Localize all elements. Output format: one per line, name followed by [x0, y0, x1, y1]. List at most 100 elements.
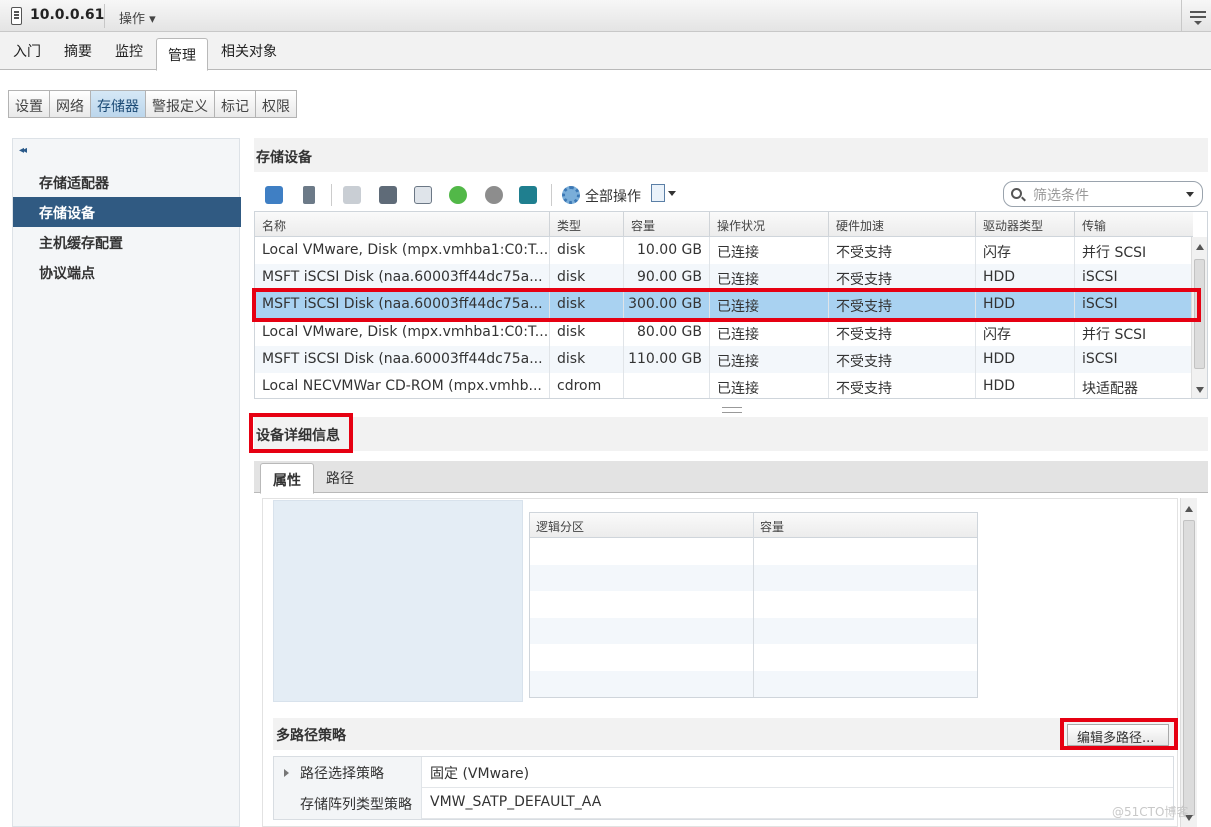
subtab-alarm-definitions[interactable]: 警报定义: [145, 90, 215, 118]
device-name: Local VMware, Disk (mpx.vmhba1:C0:T...: [255, 319, 550, 346]
details-tabs: 属性 路径: [254, 461, 1208, 494]
nav-item-storage-adapters[interactable]: 存储适配器: [13, 167, 241, 197]
rescan-icon[interactable]: [379, 186, 397, 204]
scroll-down-icon[interactable]: [1196, 387, 1204, 393]
gear-icon[interactable]: [562, 186, 580, 204]
column-header[interactable]: 容量: [624, 212, 710, 236]
device-capacity: 10.00 GB: [624, 237, 710, 264]
export-icon[interactable]: [651, 184, 676, 202]
scroll-up-icon[interactable]: [1185, 506, 1193, 512]
table-header: 名称 类型 容量 操作状况 硬件加速 驱动器类型 传输: [255, 212, 1193, 237]
device-hw-accel: 不受支持: [829, 319, 976, 346]
multipath-header: [273, 718, 1174, 750]
device-drive-type: HDD: [976, 373, 1075, 398]
divider: [551, 184, 552, 206]
tab-paths[interactable]: 路径: [326, 468, 354, 488]
collapse-icon[interactable]: ◂◂: [19, 145, 27, 156]
properties-summary: [273, 500, 523, 702]
storage-devices-title: 存储设备: [254, 138, 1208, 172]
details-scrollbar[interactable]: [1180, 498, 1197, 827]
scroll-up-icon[interactable]: [1196, 244, 1204, 250]
detach-icon[interactable]: [343, 186, 361, 204]
column-header[interactable]: 逻辑分区: [530, 513, 584, 538]
path-selection-value: 固定 (VMware): [430, 766, 530, 782]
all-actions-menu[interactable]: 全部操作: [585, 186, 641, 206]
device-drive-type: 闪存: [976, 237, 1075, 264]
device-drive-type: HDD: [976, 264, 1075, 291]
device-type: disk: [550, 319, 624, 346]
multipath-table: 路径选择策略 固定 (VMware) 存储阵列类型策略 VMW_SATP_DEF…: [273, 756, 1174, 820]
device-name: MSFT iSCSI Disk (naa.60003ff44dc75a...: [255, 346, 550, 373]
device-hw-accel: 不受支持: [829, 373, 976, 398]
column-header[interactable]: 硬件加速: [829, 212, 976, 236]
attach-icon[interactable]: [303, 186, 315, 204]
list-item[interactable]: 路径选择策略 固定 (VMware): [274, 757, 1173, 788]
multipath-title: 多路径策略: [276, 728, 346, 744]
details-header: [254, 417, 1208, 451]
tab-properties[interactable]: 属性: [260, 463, 314, 494]
filter-input[interactable]: 筛选条件: [1003, 181, 1203, 207]
table-row[interactable]: Local VMware, Disk (mpx.vmhba1:C0:T... d…: [255, 319, 1193, 346]
device-hw-accel: 不受支持: [829, 346, 976, 373]
splitter-handle[interactable]: [722, 407, 742, 413]
divider: [331, 184, 332, 206]
logical-partitions-table: 逻辑分区 容量: [529, 512, 978, 698]
column-header[interactable]: 传输: [1075, 212, 1193, 236]
table-row[interactable]: Local NECVMWar CD-ROM (mpx.vmhb... cdrom…: [255, 373, 1193, 398]
device-status: 已连接: [710, 237, 829, 264]
menu-icon[interactable]: [1181, 0, 1211, 32]
scroll-thumb[interactable]: [1183, 520, 1195, 816]
column-header[interactable]: 类型: [550, 212, 624, 236]
column-header[interactable]: 容量: [754, 513, 784, 538]
top-bar: 10.0.0.61 操作 ▾: [0, 0, 1211, 32]
search-icon: [1011, 188, 1022, 199]
device-drive-type: HDD: [976, 346, 1075, 373]
column-header[interactable]: 驱动器类型: [976, 212, 1075, 236]
subtab-settings[interactable]: 设置: [8, 90, 50, 118]
expand-icon[interactable]: [284, 769, 289, 777]
tab-getting-started[interactable]: 入门: [13, 41, 41, 61]
subtab-storage[interactable]: 存储器: [90, 90, 146, 118]
chevron-down-icon[interactable]: [1186, 192, 1194, 197]
tab-summary[interactable]: 摘要: [64, 41, 92, 61]
device-type: disk: [550, 264, 624, 291]
device-status: 已连接: [710, 264, 829, 291]
device-transport: 块适配器: [1082, 381, 1138, 397]
tab-manage[interactable]: 管理: [156, 38, 208, 71]
table-row[interactable]: Local VMware, Disk (mpx.vmhba1:C0:T... d…: [255, 237, 1193, 264]
device-status: 已连接: [710, 319, 829, 346]
device-hw-accel: 不受支持: [829, 237, 976, 264]
device-status: 已连接: [710, 346, 829, 373]
highlight-box: [249, 413, 353, 453]
device-transport: iSCSI: [1082, 351, 1118, 367]
device-drive-type: 闪存: [976, 319, 1075, 346]
list-item: 存储阵列类型策略 VMW_SATP_DEFAULT_AA: [274, 788, 1173, 819]
divider: [753, 513, 754, 697]
nav-item-host-cache[interactable]: 主机缓存配置: [13, 227, 241, 257]
column-header[interactable]: 操作状况: [710, 212, 829, 236]
nav-item-protocol-endpoints[interactable]: 协议端点: [13, 257, 241, 287]
flash-icon[interactable]: [519, 186, 537, 204]
divider: [104, 4, 105, 28]
subtab-permissions[interactable]: 权限: [255, 90, 297, 118]
table-row[interactable]: MSFT iSCSI Disk (naa.60003ff44dc75a... d…: [255, 346, 1193, 373]
path-selection-label: 路径选择策略: [274, 757, 422, 788]
subtab-networking[interactable]: 网络: [49, 90, 91, 118]
device-capacity: 90.00 GB: [624, 264, 710, 291]
subtab-tags[interactable]: 标记: [214, 90, 256, 118]
led-on-icon[interactable]: [449, 186, 467, 204]
actions-menu[interactable]: 操作 ▾: [119, 8, 156, 27]
tab-related-objects[interactable]: 相关对象: [221, 41, 277, 61]
nav-item-storage-devices[interactable]: 存储设备: [13, 197, 241, 227]
storage-array-type-value: VMW_SATP_DEFAULT_AA: [430, 794, 602, 810]
device-transport: 并行 SCSI: [1082, 245, 1147, 261]
device-name: MSFT iSCSI Disk (naa.60003ff44dc75a...: [255, 264, 550, 291]
refresh-icon[interactable]: [265, 186, 283, 204]
host-title: 10.0.0.61: [30, 7, 105, 23]
rename-icon[interactable]: [414, 186, 432, 204]
column-header[interactable]: 名称: [255, 212, 550, 236]
tab-monitor[interactable]: 监控: [115, 41, 143, 61]
table-row[interactable]: MSFT iSCSI Disk (naa.60003ff44dc75a... d…: [255, 264, 1193, 291]
device-status: 已连接: [710, 373, 829, 398]
led-off-icon[interactable]: [485, 186, 503, 204]
